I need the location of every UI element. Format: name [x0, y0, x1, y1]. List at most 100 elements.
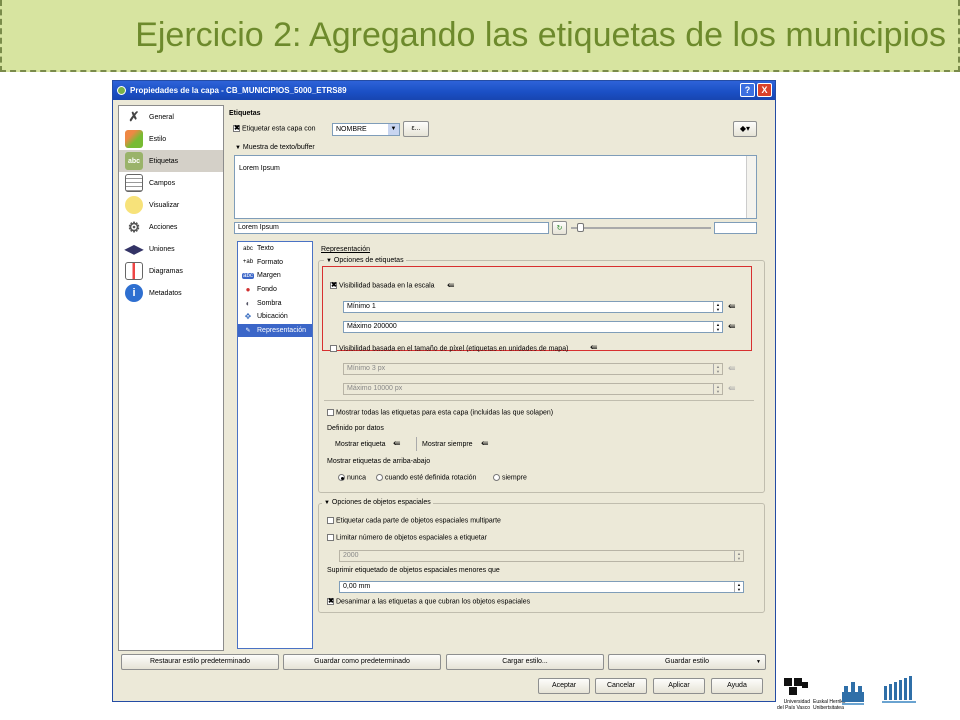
radio-rotation-row[interactable]: cuando esté definida rotación — [376, 474, 476, 481]
subnav-item-sombra[interactable]: ◐ Sombra — [238, 296, 312, 310]
subnav-item-representacion[interactable]: ✎ Representación — [238, 323, 312, 338]
radio-always[interactable] — [493, 474, 500, 481]
radio-never-row[interactable]: nunca — [338, 474, 366, 481]
multipart-checkbox[interactable] — [327, 517, 334, 524]
min-px-field[interactable]: Mínimo 3 px ▲ ▼ — [343, 363, 723, 375]
load-style-button[interactable]: Cargar estilo... — [446, 654, 604, 670]
help-dialog-button[interactable]: Ayuda — [711, 678, 763, 694]
sidebar-item-etiquetas[interactable]: abc Etiquetas — [119, 150, 223, 172]
accept-button[interactable]: Aceptar — [538, 678, 590, 694]
cancel-button[interactable]: Cancelar — [595, 678, 647, 694]
restore-default-style-button[interactable]: Restaurar estilo predeterminado — [121, 654, 279, 670]
help-button[interactable]: ? — [740, 83, 755, 97]
window-title: Propiedades de la capa - CB_MUNICIPIOS_5… — [130, 86, 347, 95]
label-style-menu-button[interactable]: ◆▾ — [733, 121, 757, 137]
data-defined-icon[interactable]: ⇚ — [447, 280, 463, 291]
data-defined-icon[interactable]: ⇚ — [728, 301, 744, 312]
radio-always-row[interactable]: siempre — [493, 474, 527, 481]
apply-button[interactable]: Aplicar — [653, 678, 705, 694]
label-options-header[interactable]: ▼ Opciones de etiquetas — [324, 257, 406, 264]
label-layer-checkbox-row[interactable]: ✖ Etiquetar esta capa con — [233, 125, 316, 132]
sidebar-item-acciones[interactable]: ⚙ Acciones — [119, 216, 223, 238]
sidebar-item-label: Uniones — [149, 245, 175, 253]
radio-never[interactable] — [338, 474, 345, 481]
min-px-value: Mínimo 3 px — [347, 365, 386, 372]
show-label-label: Mostrar etiqueta — [335, 441, 386, 448]
save-style-button[interactable]: Guardar estilo ▼ — [608, 654, 766, 670]
label-layer-checkbox[interactable]: ✖ — [233, 125, 240, 132]
sidebar-item-campos[interactable]: Campos — [119, 172, 223, 194]
scale-visibility-checkbox[interactable]: ✖ — [330, 282, 337, 289]
save-default-button[interactable]: Guardar como predeterminado — [283, 654, 441, 670]
limit-features-field[interactable]: 2000 ▲ ▼ — [339, 550, 744, 562]
info-icon: i — [125, 284, 143, 302]
sidebar-item-visualizar[interactable]: Visualizar — [119, 194, 223, 216]
limit-features-row[interactable]: Limitar número de objetos espaciales a e… — [327, 534, 487, 541]
refresh-preview-button[interactable]: ↻ — [552, 221, 567, 235]
multipart-row[interactable]: Etiquetar cada parte de objetos espacial… — [327, 517, 501, 524]
close-button[interactable]: X — [757, 83, 772, 97]
spin-icon[interactable]: ▲ ▼ — [734, 551, 743, 561]
sample-text-input[interactable]: Lorem Ipsum — [234, 222, 549, 234]
limit-features-checkbox[interactable] — [327, 534, 334, 541]
sidebar-item-general[interactable]: ✗ General — [119, 106, 223, 128]
discourage-row[interactable]: ✖ Desanimar a las etiquetas a que cubran… — [327, 598, 530, 605]
max-px-field[interactable]: Máximo 10000 px ▲ ▼ — [343, 383, 723, 395]
sidebar-item-uniones[interactable]: ◀▶ Uniones — [119, 238, 223, 260]
subnav-item-fondo[interactable]: ● Fondo — [238, 283, 312, 297]
scale-input[interactable] — [714, 222, 757, 234]
data-defined-icon[interactable]: ⇚ — [481, 438, 497, 449]
min-scale-field[interactable]: Mínimo 1 ▲ ▼ — [343, 301, 723, 313]
expression-button[interactable]: ε... — [403, 121, 429, 137]
spin-icon[interactable]: ▲ ▼ — [713, 302, 722, 312]
subnav-label: Sombra — [257, 299, 282, 307]
pixel-visibility-checkbox[interactable] — [330, 345, 337, 352]
data-defined-icon[interactable]: ⇚ — [590, 342, 606, 353]
suppress-field[interactable]: 0,00 mm ▲ ▼ — [339, 581, 744, 593]
divider — [416, 437, 417, 451]
spin-icon[interactable]: ▲ ▼ — [713, 384, 722, 394]
show-all-checkbox[interactable] — [327, 409, 334, 416]
text-icon: abc — [243, 245, 253, 252]
radio-rotation[interactable] — [376, 474, 383, 481]
feature-options-header[interactable]: ▼ Opciones de objetos espaciales — [322, 499, 433, 506]
data-defined-icon[interactable]: ⇚ — [728, 363, 744, 374]
data-defined-label: Definido por datos — [327, 425, 384, 432]
sidebar-item-label: Campos — [149, 179, 176, 187]
subnav-item-margen[interactable]: abc Margen — [238, 269, 312, 283]
slide-banner: Ejercicio 2: Agregando las etiquetas de … — [0, 0, 960, 72]
upside-down-label: Mostrar etiquetas de arriba-abajo — [327, 458, 431, 465]
shadow-icon: ◐ — [245, 298, 251, 308]
chevron-down-icon: ▼ — [388, 124, 399, 135]
data-defined-icon[interactable]: ⇚ — [728, 321, 744, 332]
style-icon — [125, 130, 143, 148]
subnav-item-ubicacion[interactable]: ✥ Ubicación — [238, 310, 312, 324]
abc-labels-icon: abc — [125, 152, 143, 170]
spin-icon[interactable]: ▲ ▼ — [734, 582, 743, 592]
preview-scrollbar[interactable] — [746, 156, 756, 218]
data-defined-icon[interactable]: ⇚ — [393, 438, 409, 449]
tools-icon: ✗ — [128, 109, 140, 124]
show-all-row[interactable]: Mostrar todas las etiquetas para esta ca… — [327, 409, 553, 416]
scale-slider-handle[interactable] — [577, 223, 584, 232]
spin-icon[interactable]: ▲ ▼ — [713, 364, 722, 374]
scale-visibility-row[interactable]: ✖ Visibilidad basada en la escala — [330, 282, 435, 289]
pixel-visibility-row[interactable]: Visibilidad basada en el tamaño de píxel… — [330, 345, 568, 352]
label-field-select[interactable]: NOMBRE ▼ — [332, 123, 400, 136]
discourage-checkbox[interactable]: ✖ — [327, 598, 334, 605]
scale-slider[interactable] — [571, 227, 711, 229]
label-subnav: abc Texto +ab Formato abc Margen ● Fondo… — [237, 241, 313, 649]
sidebar-item-estilo[interactable]: Estilo — [119, 128, 223, 150]
school-logo-1 — [838, 674, 868, 708]
suppress-value: 0,00 mm — [343, 583, 371, 590]
subnav-item-texto[interactable]: abc Texto — [238, 242, 312, 256]
background-icon: ● — [245, 285, 251, 295]
data-defined-icon[interactable]: ⇚ — [728, 383, 744, 394]
sidebar-item-metadatos[interactable]: i Metadatos — [119, 282, 223, 304]
max-scale-field[interactable]: Máximo 200000 ▲ ▼ — [343, 321, 723, 333]
subnav-item-formato[interactable]: +ab Formato — [238, 256, 312, 270]
spin-icon[interactable]: ▲ ▼ — [713, 322, 722, 332]
sidebar-item-diagramas[interactable]: Diagramas — [119, 260, 223, 282]
subnav-label: Margen — [257, 272, 281, 280]
sample-header[interactable]: ▼ Muestra de texto/buffer — [235, 144, 315, 151]
